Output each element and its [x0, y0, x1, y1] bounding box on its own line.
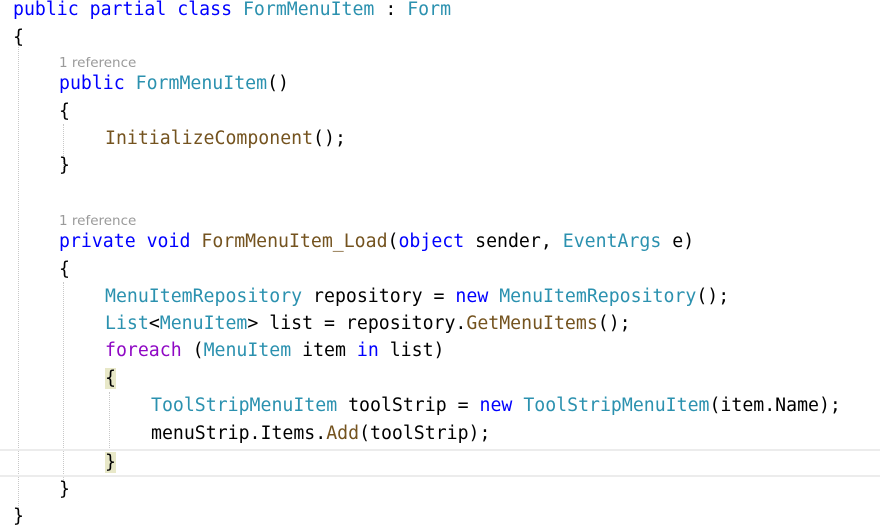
constructor-type: MenuItemRepository [499, 286, 697, 307]
code-line-load-close-brace[interactable]: } [59, 477, 70, 503]
class-name: FormMenuItem [242, 0, 375, 20]
call-rest: (toolStrip); [359, 423, 491, 444]
indent-guide-foreach [109, 392, 110, 448]
method-call: GetMenuItems [466, 313, 598, 334]
param-type-eventargs: EventArgs [562, 231, 662, 252]
code-line-add-item[interactable]: menuStrip.Items.Add(toolStrip); [151, 421, 490, 447]
loop-collection: list) [378, 340, 445, 361]
code-line-initialize-component[interactable]: InitializeComponent(); [105, 126, 346, 152]
codelens-constructor-references[interactable]: 1 reference [59, 54, 136, 72]
call-rest: (); [597, 313, 631, 334]
assignment: toolStrip = [337, 395, 480, 416]
keyword-new: new [455, 286, 489, 307]
code-line-load-open-brace[interactable]: { [59, 257, 70, 283]
method-call: Add [326, 423, 360, 444]
brace: { [13, 27, 24, 48]
method-call: InitializeComponent [105, 128, 314, 149]
param-sender: sender, [464, 231, 563, 252]
code-line-load-signature[interactable]: private void FormMenuItem_Load(object se… [59, 229, 694, 255]
code-line-repository-declaration[interactable]: MenuItemRepository repository = new Menu… [105, 284, 729, 310]
keyword-object: object [398, 231, 465, 252]
code-editor[interactable]: public partial class FormMenuItem : Form… [0, 0, 880, 530]
keyword-class: class [177, 0, 233, 20]
matched-brace: { [105, 368, 116, 389]
codelens-load-references[interactable]: 1 reference [59, 212, 136, 230]
brace: { [59, 259, 70, 280]
code-line-foreach[interactable]: foreach (MenuItem item in list) [105, 338, 444, 364]
member-access: menuStrip.Items. [151, 423, 327, 444]
current-line-highlight [0, 449, 880, 477]
keyword-private: private [59, 231, 136, 252]
generic-open: < [148, 313, 160, 334]
code-line-foreach-close-brace[interactable]: } [105, 450, 116, 476]
keyword-public: public [13, 0, 79, 20]
keyword-partial: partial [89, 0, 167, 20]
keyword-new: new [479, 395, 513, 416]
assignment: repository = [302, 286, 456, 307]
brace: } [13, 506, 24, 527]
inheritance-colon: : [374, 0, 408, 20]
base-class-name: Form [407, 0, 452, 20]
code-line-toolstrip-declaration[interactable]: ToolStripMenuItem toolStrip = new ToolSt… [151, 393, 841, 419]
constructor-name: FormMenuItem [135, 73, 268, 94]
constructor-type: ToolStripMenuItem [523, 395, 710, 416]
brace: } [59, 479, 70, 500]
code-line-list-declaration[interactable]: List<MenuItem> list = repository.GetMenu… [105, 311, 631, 337]
keyword-public: public [59, 73, 125, 94]
keyword-in: in [356, 340, 379, 361]
type-name: MenuItemRepository [105, 286, 303, 307]
call-rest: (item.Name); [709, 395, 841, 416]
method-name: FormMenuItem_Load [201, 231, 388, 252]
generic-argument: MenuItem [159, 313, 248, 334]
code-line-constructor-signature[interactable]: public FormMenuItem() [59, 71, 289, 97]
open-paren: ( [387, 231, 399, 252]
indent-guide-class [18, 42, 19, 510]
type-name: ToolStripMenuItem [151, 395, 338, 416]
open-paren: ( [181, 340, 204, 361]
loop-type: MenuItem [203, 340, 292, 361]
code-line-constructor-open-brace[interactable]: { [59, 99, 70, 125]
matched-brace: } [105, 452, 116, 473]
code-line-constructor-close-brace[interactable]: } [59, 153, 70, 179]
brace: } [59, 155, 70, 176]
keyword-void: void [146, 231, 191, 252]
brace: { [59, 101, 70, 122]
code-line-foreach-open-brace[interactable]: { [105, 366, 116, 392]
keyword-foreach: foreach [105, 340, 182, 361]
call-rest: (); [313, 128, 346, 149]
code-line-class-declaration[interactable]: public partial class FormMenuItem : Form [13, 0, 451, 23]
loop-variable: item [291, 340, 357, 361]
call-rest: (); [696, 286, 730, 307]
code-line-class-open-brace[interactable]: { [13, 25, 24, 51]
type-list: List [105, 313, 149, 334]
code-line-class-close-brace[interactable]: } [13, 504, 24, 530]
parens: () [267, 73, 289, 94]
assignment: > list = repository. [247, 313, 467, 334]
param-tail: e) [661, 231, 695, 252]
